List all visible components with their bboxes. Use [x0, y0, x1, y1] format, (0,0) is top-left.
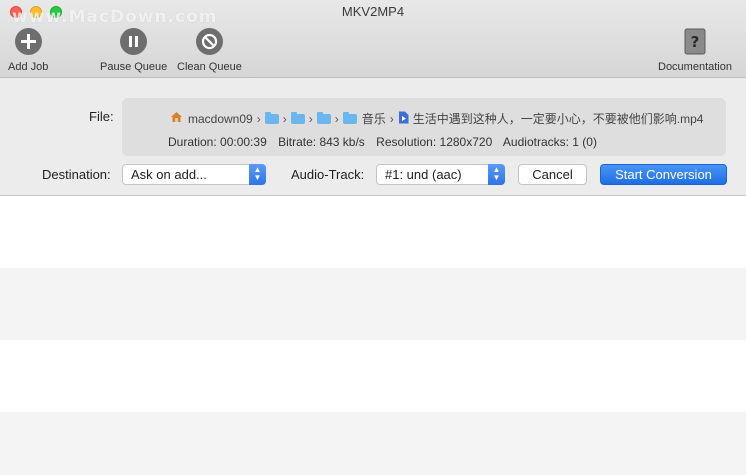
bitrate-text: Bitrate: 843 kb/s — [278, 135, 365, 149]
job-queue-list[interactable] — [0, 195, 746, 475]
svg-text:?: ? — [691, 33, 700, 51]
plus-icon — [14, 28, 42, 55]
list-item[interactable] — [0, 340, 746, 412]
folder-icon[interactable] — [264, 112, 279, 124]
documentation-label: Documentation — [658, 61, 732, 73]
resolution-text: Resolution: 1280x720 — [376, 135, 493, 149]
destination-value: Ask on add... — [131, 167, 207, 182]
file-metadata: Duration: 00:00:39 Bitrate: 843 kb/s Res… — [168, 135, 605, 149]
duration-text: Duration: 00:00:39 — [168, 135, 267, 149]
audio-track-value: #1: und (aac) — [385, 167, 462, 182]
pause-queue-label: Pause Queue — [100, 61, 168, 73]
chevron-updown-icon: ▲ ▼ — [488, 164, 505, 185]
add-job-button[interactable]: Add Job — [8, 28, 48, 73]
path-separator: › — [282, 111, 287, 126]
start-conversion-button[interactable]: Start Conversion — [600, 164, 727, 185]
clean-queue-label: Clean Queue — [177, 61, 242, 73]
folder-icon[interactable] — [290, 112, 305, 124]
audio-track-label: Audio-Track: — [291, 167, 365, 182]
chevron-updown-icon: ▲ ▼ — [249, 164, 266, 185]
file-label: File: — [89, 109, 114, 124]
toolbar: www.MacDown.com MKV2MP4 Add Job Pause Qu… — [0, 0, 746, 78]
destination-select[interactable]: Ask on add... ▲ ▼ — [122, 164, 266, 185]
pause-icon — [120, 28, 148, 55]
path-separator: › — [256, 111, 261, 126]
audio-track-select[interactable]: #1: und (aac) ▲ ▼ — [376, 164, 505, 185]
folder-icon — [342, 112, 357, 124]
app-window: www.MacDown.com MKV2MP4 Add Job Pause Qu… — [0, 0, 746, 475]
window-title: MKV2MP4 — [341, 4, 405, 19]
cancel-button[interactable]: Cancel — [518, 164, 587, 185]
clean-queue-button[interactable]: Clean Queue — [177, 28, 242, 73]
path-music-folder[interactable]: 音乐 — [362, 110, 386, 127]
video-file-icon — [398, 111, 409, 127]
destination-label: Destination: — [42, 167, 111, 182]
path-home[interactable]: macdown09 — [188, 112, 253, 126]
path-separator: › — [389, 111, 394, 126]
audiotracks-text: Audiotracks: 1 (0) — [502, 135, 597, 149]
help-document-icon: ? — [684, 28, 706, 55]
home-icon — [170, 111, 183, 126]
add-job-label: Add Job — [8, 61, 49, 73]
list-item[interactable] — [0, 412, 746, 475]
path-filename[interactable]: 生活中遇到这种人，一定要小心，不要被他们影响.mp4 — [413, 110, 704, 127]
path-separator: › — [334, 111, 339, 126]
list-item[interactable] — [0, 268, 746, 340]
list-item[interactable] — [0, 196, 746, 268]
documentation-button[interactable]: ? Documentation — [658, 28, 732, 73]
folder-icon[interactable] — [316, 112, 331, 124]
pause-queue-button[interactable]: Pause Queue — [100, 28, 167, 73]
file-path: macdown09 › › › › 音乐 › 生活中遇到这种人，一定要小心，不要… — [170, 110, 703, 127]
path-separator: › — [308, 111, 313, 126]
prohibited-icon — [195, 28, 223, 55]
file-info-panel: macdown09 › › › › 音乐 › 生活中遇到这种人，一定要小心，不要… — [122, 98, 726, 156]
